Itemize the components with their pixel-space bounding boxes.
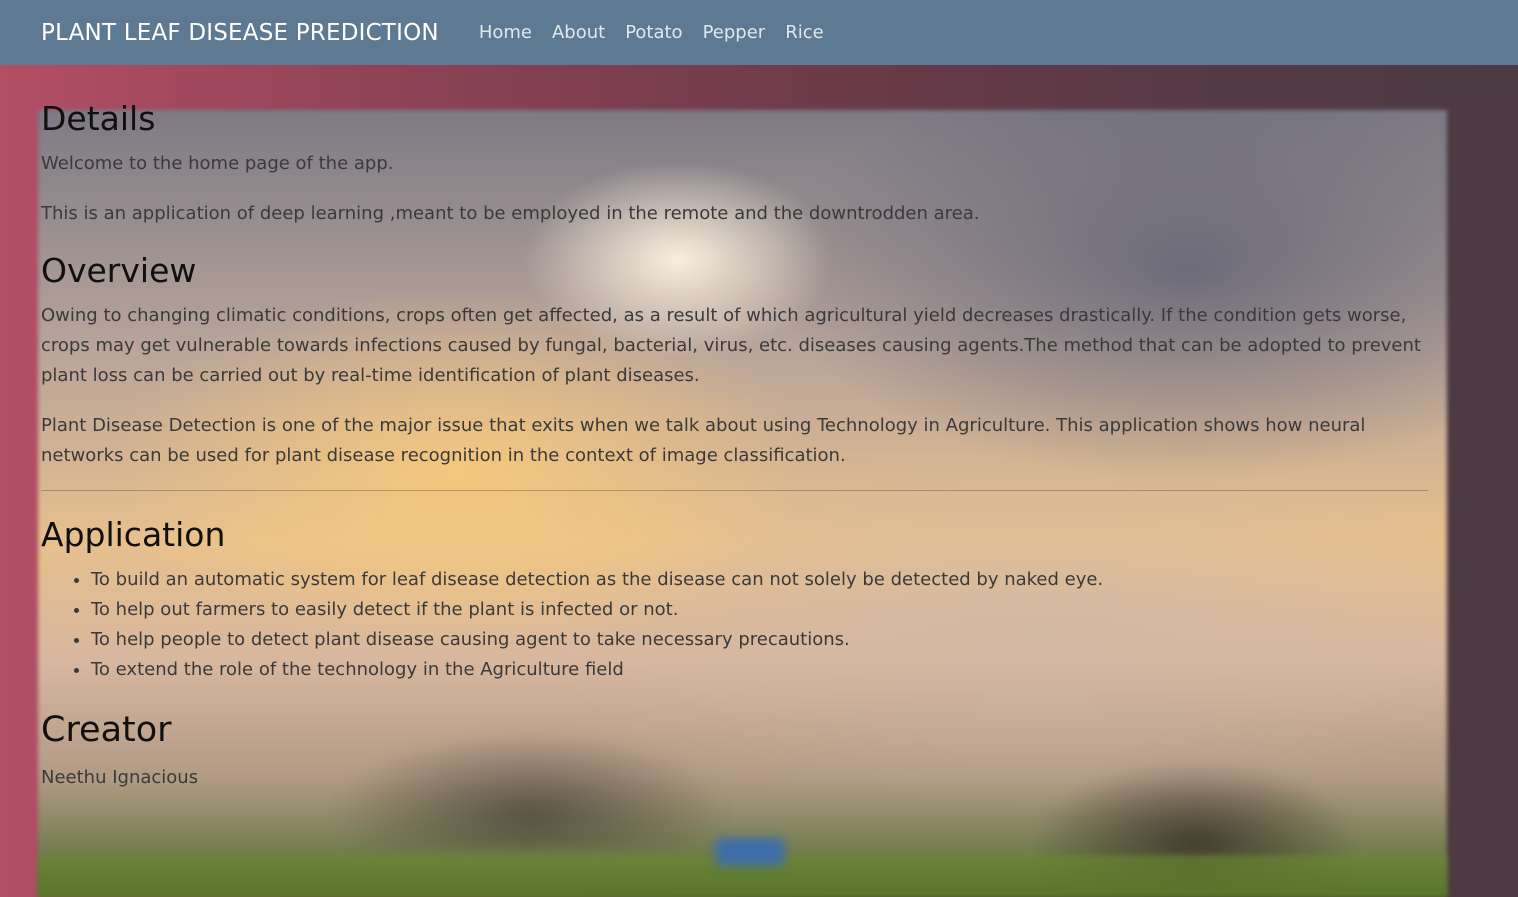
- background-trees: [330, 730, 730, 850]
- overview-paragraph-2: Plant Disease Detection is one of the ma…: [41, 415, 1366, 466]
- list-item: To help people to detect plant disease c…: [91, 625, 1103, 655]
- nav-link-potato[interactable]: Potato: [615, 22, 692, 43]
- list-item: To help out farmers to easily detect if …: [91, 595, 1103, 625]
- application-list: To build an automatic system for leaf di…: [41, 565, 1103, 685]
- creator-name: Neethu Ignacious: [41, 767, 199, 788]
- nav-link-about[interactable]: About: [542, 22, 615, 43]
- nav-links: Home About Potato Pepper Rice: [479, 22, 834, 43]
- creator-heading: Creator: [41, 710, 172, 750]
- background-blue-object: [715, 838, 785, 866]
- nav-link-home[interactable]: Home: [479, 22, 542, 43]
- overview-paragraph-1: Owing to changing climatic conditions, c…: [41, 305, 1421, 386]
- navbar: PLANT LEAF DISEASE PREDICTION Home About…: [0, 0, 1518, 65]
- intro-text: This is an application of deep learning …: [41, 203, 980, 224]
- overview-heading: Overview: [41, 251, 197, 290]
- nav-link-pepper[interactable]: Pepper: [693, 22, 776, 43]
- section-divider: [41, 490, 1428, 491]
- details-heading: Details: [41, 99, 156, 138]
- list-item: To extend the role of the technology in …: [91, 655, 1103, 685]
- application-heading: Application: [41, 515, 226, 554]
- navbar-brand[interactable]: PLANT LEAF DISEASE PREDICTION: [41, 20, 439, 46]
- welcome-text: Welcome to the home page of the app.: [41, 153, 394, 174]
- list-item: To build an automatic system for leaf di…: [91, 565, 1103, 595]
- nav-link-rice[interactable]: Rice: [775, 22, 833, 43]
